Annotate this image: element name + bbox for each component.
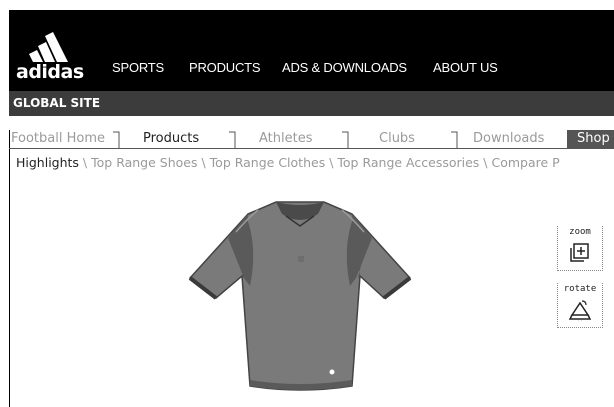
rotate-icon	[568, 300, 592, 321]
tab-downloads[interactable]: Downloads	[473, 130, 544, 148]
nav-about-us[interactable]: ABOUT US	[433, 60, 498, 75]
nav-products[interactable]: PRODUCTS	[189, 60, 261, 75]
tab-products[interactable]: Products	[143, 130, 199, 148]
rotate-label: rotate	[563, 284, 597, 294]
subnav-separator: \	[197, 155, 210, 170]
subnav-separator: \	[479, 155, 492, 170]
tab-divider-icon	[342, 131, 349, 148]
content-left-border	[9, 130, 10, 407]
zoom-label: zoom	[569, 227, 591, 237]
tab-football-home[interactable]: Football Home	[11, 130, 105, 148]
zoom-icon	[570, 243, 589, 262]
product-jersey-image	[188, 201, 412, 391]
tab-baseline	[9, 148, 614, 149]
three-stripes-logo-icon	[29, 32, 68, 62]
global-site-bar: GLOBAL SITE	[9, 91, 614, 116]
nav-ads-downloads[interactable]: ADS & DOWNLOADS	[282, 60, 407, 75]
product-subnav: Highlights \ Top Range Shoes \ Top Range…	[16, 155, 614, 173]
logo-wordmark: adidas	[16, 61, 84, 83]
page: adidas SPORTS PRODUCTS ADS & DOWNLOADS A…	[0, 0, 614, 407]
zoom-tool[interactable]: zoom	[557, 226, 603, 271]
tab-divider-icon	[451, 131, 458, 148]
adidas-logo[interactable]: adidas	[16, 28, 88, 83]
tab-divider-icon	[229, 131, 236, 148]
rotate-tool[interactable]: rotate	[557, 283, 603, 328]
tab-clubs[interactable]: Clubs	[379, 130, 415, 148]
subnav-compare-products[interactable]: Compare P	[491, 155, 559, 170]
subnav-top-range-clothes[interactable]: Top Range Clothes	[210, 155, 326, 170]
subnav-top-range-shoes[interactable]: Top Range Shoes	[91, 155, 197, 170]
subnav-separator: \	[78, 155, 92, 170]
tab-divider-icon	[113, 131, 120, 148]
subnav-separator: \	[325, 155, 338, 170]
site-header: adidas SPORTS PRODUCTS ADS & DOWNLOADS A…	[9, 10, 614, 91]
tab-athletes[interactable]: Athletes	[259, 130, 312, 148]
global-site-link[interactable]: GLOBAL SITE	[13, 96, 100, 110]
section-tabs: Football Home Products Athletes Clubs Do…	[9, 130, 614, 149]
subnav-top-range-accessories[interactable]: Top Range Accessories	[337, 155, 479, 170]
nav-sports[interactable]: SPORTS	[112, 60, 164, 75]
subnav-highlights[interactable]: Highlights	[16, 155, 79, 170]
tab-shop[interactable]: Shop	[567, 130, 614, 148]
